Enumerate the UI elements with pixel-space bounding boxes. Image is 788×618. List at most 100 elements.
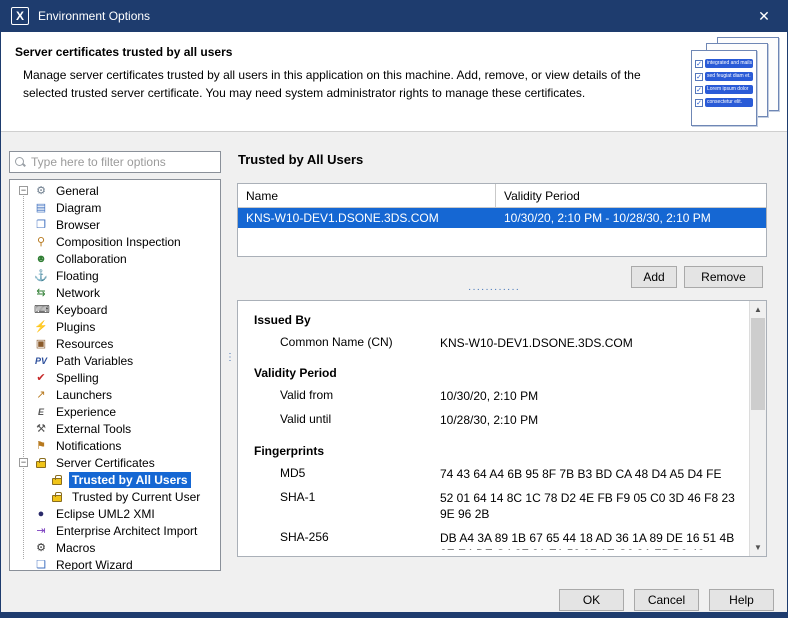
checkbox-checked-icon: ✓ <box>695 99 703 107</box>
certificate-page-icon: ✓integrated and mails✓sed feugiat diam e… <box>691 50 757 126</box>
lock-icon <box>50 474 64 485</box>
title-bar: X Environment Options ✕ <box>1 0 787 32</box>
tree-item-general[interactable]: ⚙General <box>10 182 220 199</box>
floating-icon: ⚓ <box>34 269 48 283</box>
detail-value: 10/28/30, 2:10 PM <box>440 412 538 428</box>
browser-icon: ❐ <box>34 218 48 232</box>
help-button[interactable]: Help <box>709 589 774 611</box>
detail-row-sha-256: SHA-256DB A4 3A 89 1B 67 65 44 18 AD 36 … <box>254 530 740 550</box>
tree-item-floating[interactable]: ⚓ Floating <box>10 267 220 284</box>
detail-row-common-name-cn: Common Name (CN)KNS-W10-DEV1.DSONE.3DS.C… <box>254 335 740 351</box>
experience-icon: E <box>34 405 48 419</box>
tree-item-label: Collaboration <box>53 251 130 267</box>
tree-item-label: Path Variables <box>53 353 136 369</box>
window-bottom-border <box>1 612 787 618</box>
tree-item-report-wizard[interactable]: ❏Report Wizard <box>10 556 220 571</box>
details-scrollbar[interactable] <box>749 301 766 556</box>
tree-item-plugins[interactable]: ⚡Plugins <box>10 318 220 335</box>
tree-item-experience[interactable]: E Experience <box>10 403 220 420</box>
tree-item-label: External Tools <box>53 421 134 437</box>
tree-item-label: Floating <box>53 268 102 284</box>
certificates-graphic: ✓integrated and mails✓sed feugiat diam e… <box>675 37 779 129</box>
tree-item-label: General <box>53 183 102 199</box>
tree-item-enterprise-architect-import[interactable]: ⇥Enterprise Architect Import <box>10 522 220 539</box>
section-title-issued-by: Issued By <box>254 313 740 327</box>
tree-item-label: Experience <box>53 404 119 420</box>
tree-item-label: Network <box>53 285 103 301</box>
detail-value: 52 01 64 14 8C 1C 78 D2 4E FB F9 05 C0 3… <box>440 490 740 522</box>
launchers-icon: ↗ <box>34 388 48 402</box>
detail-row-md5: MD574 43 64 A4 6B 95 8F 7B B3 BD CA 48 D… <box>254 466 740 482</box>
report-wizard-icon: ❏ <box>34 558 48 572</box>
add-button[interactable]: Add <box>631 266 677 288</box>
tree-item-path-variables[interactable]: PV Path Variables <box>10 352 220 369</box>
certificate-details-panel: Issued By Common Name (CN)KNS-W10-DEV1.DS… <box>237 300 767 557</box>
tree-item-external-tools[interactable]: ⚒External Tools <box>10 420 220 437</box>
tree-item-browser[interactable]: ❐ Browser <box>10 216 220 233</box>
tree-item-label: Browser <box>53 217 103 233</box>
close-icon[interactable]: ✕ <box>741 0 787 32</box>
panel-splitter[interactable] <box>225 355 235 360</box>
collapse-expander-icon[interactable] <box>19 458 28 467</box>
tree-item-label: Keyboard <box>53 302 110 318</box>
collapse-expander-icon[interactable] <box>19 186 28 195</box>
tree-item-spelling[interactable]: ✔Spelling <box>10 369 220 386</box>
table-row[interactable]: KNS-W10-DEV1.DSONE.3DS.COM10/30/20, 2:10… <box>238 208 766 228</box>
options-tree-items: ⚙General ▤ Diagram ❐ Browser⚲Composition Ins… <box>10 182 220 571</box>
cert-line: ✓consectetur elit. <box>695 98 753 107</box>
column-header-validity[interactable]: Validity Period <box>496 184 588 207</box>
certificate-details-content: Issued By Common Name (CN)KNS-W10-DEV1.DS… <box>254 311 740 550</box>
network-icon: ⇆ <box>34 286 48 300</box>
filter-input[interactable] <box>31 155 215 169</box>
tree-item-trusted-by-all-users[interactable]: Trusted by All Users <box>10 471 220 488</box>
diagram-icon: ▤ <box>34 201 48 215</box>
composition-inspection-icon: ⚲ <box>34 235 48 249</box>
tree-item-label: Notifications <box>53 438 124 454</box>
details-splitter[interactable] <box>237 286 751 294</box>
cert-name-cell: KNS-W10-DEV1.DSONE.3DS.COM <box>238 208 496 228</box>
scroll-down-icon[interactable] <box>750 539 766 556</box>
tree-item-collaboration[interactable]: ☻Collaboration <box>10 250 220 267</box>
certificates-table: Name Validity Period KNS-W10-DEV1.DSONE.… <box>237 183 767 257</box>
checkbox-checked-icon: ✓ <box>695 73 703 81</box>
spelling-icon: ✔ <box>34 371 48 385</box>
detail-label: Valid until <box>254 412 440 426</box>
tree-item-composition-inspection[interactable]: ⚲Composition Inspection <box>10 233 220 250</box>
detail-row-valid-until: Valid until10/28/30, 2:10 PM <box>254 412 740 428</box>
scrollbar-thumb[interactable] <box>751 318 765 410</box>
cert-line: ✓integrated and mails <box>695 59 753 68</box>
environment-options-dialog: X Environment Options ✕ Server certifica… <box>0 0 788 618</box>
lock-icon <box>50 491 64 502</box>
tree-item-diagram[interactable]: ▤ Diagram <box>10 199 220 216</box>
tree-item-resources[interactable]: ▣Resources <box>10 335 220 352</box>
detail-row-valid-from: Valid from10/30/20, 2:10 PM <box>254 388 740 404</box>
tree-item-label: Diagram <box>53 200 104 216</box>
header-panel: Server certificates trusted by all users… <box>1 32 787 132</box>
cancel-button[interactable]: Cancel <box>634 589 699 611</box>
tree-item-eclipse-uml2-xmi[interactable]: ●Eclipse UML2 XMI <box>10 505 220 522</box>
tree-item-keyboard[interactable]: ⌨Keyboard <box>10 301 220 318</box>
tree-item-macros[interactable]: ⚙Macros <box>10 539 220 556</box>
detail-value: 10/30/20, 2:10 PM <box>440 388 538 404</box>
plugins-icon: ⚡ <box>34 320 48 334</box>
detail-row-sha-1: SHA-152 01 64 14 8C 1C 78 D2 4E FB F9 05… <box>254 490 740 522</box>
path-variables-icon: PV <box>34 354 48 368</box>
enterprise-architect-import-icon: ⇥ <box>34 524 48 538</box>
tree-item-network[interactable]: ⇆ Network <box>10 284 220 301</box>
dialog-body: ⚙General ▤ Diagram ❐ Browser⚲Composition Ins… <box>1 133 787 618</box>
detail-value: DB A4 3A 89 1B 67 65 44 18 AD 36 1A 89 D… <box>440 530 740 550</box>
remove-button[interactable]: Remove <box>684 266 763 288</box>
lock-icon <box>34 457 48 468</box>
app-logo-icon: X <box>11 7 29 25</box>
section-title-validity-period: Validity Period <box>254 366 740 380</box>
tree-item-label: Trusted by All Users <box>69 472 191 488</box>
tree-item-label: Server Certificates <box>53 455 158 471</box>
tree-item-notifications[interactable]: ⚑Notifications <box>10 437 220 454</box>
scroll-up-icon[interactable] <box>750 301 766 318</box>
tree-item-server-certificates[interactable]: Server Certificates <box>10 454 220 471</box>
cert-line-label: sed feugiat diam et. <box>705 72 753 81</box>
ok-button[interactable]: OK <box>559 589 624 611</box>
tree-item-trusted-by-current-user[interactable]: Trusted by Current User <box>10 488 220 505</box>
column-header-name[interactable]: Name <box>238 184 496 207</box>
tree-item-launchers[interactable]: ↗Launchers <box>10 386 220 403</box>
